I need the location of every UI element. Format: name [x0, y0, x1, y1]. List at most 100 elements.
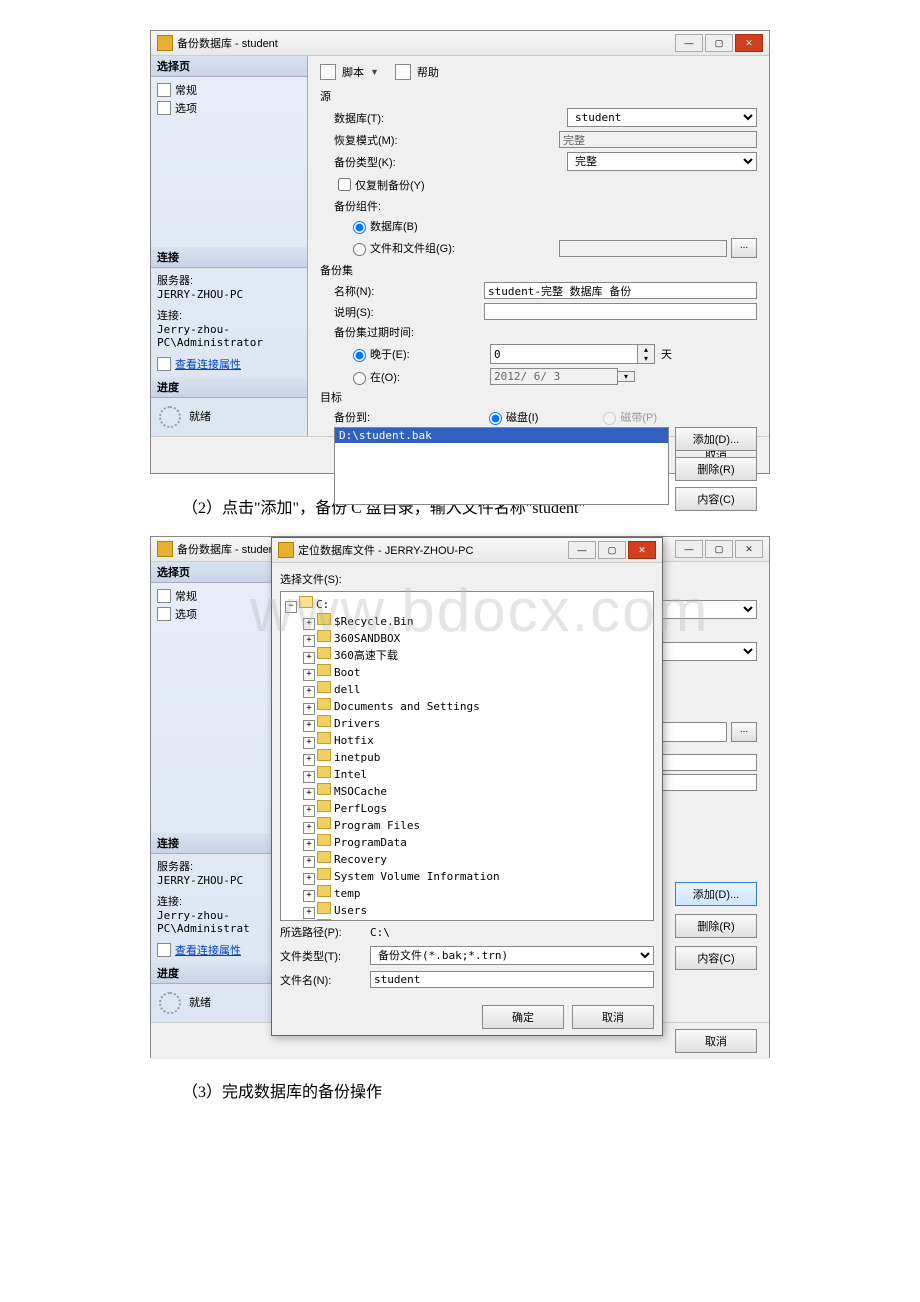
- tree-node[interactable]: temp: [334, 887, 361, 900]
- expand-icon[interactable]: +: [303, 669, 315, 681]
- add-button[interactable]: 添加(D)...: [675, 427, 757, 451]
- on-radio[interactable]: [353, 372, 366, 385]
- script-button[interactable]: 脚本: [342, 64, 364, 80]
- expand-icon[interactable]: +: [303, 737, 315, 749]
- close-icon[interactable]: ✕: [628, 541, 656, 559]
- filegroup-radio[interactable]: [353, 243, 366, 256]
- expand-icon[interactable]: +: [303, 720, 315, 732]
- expand-icon[interactable]: +: [303, 652, 315, 664]
- connection-header: 连接: [151, 833, 271, 854]
- progress-status: 就绪: [189, 997, 211, 1009]
- progress-header: 进度: [151, 963, 271, 984]
- view-connection-link[interactable]: 查看连接属性: [175, 356, 241, 372]
- expand-icon[interactable]: +: [303, 703, 315, 715]
- collapse-icon[interactable]: −: [285, 601, 297, 613]
- expand-icon[interactable]: +: [303, 788, 315, 800]
- remove-button[interactable]: 删除(R): [675, 914, 757, 938]
- help-button[interactable]: 帮助: [417, 64, 439, 80]
- filename-input[interactable]: [370, 971, 654, 988]
- tree-node[interactable]: inetpub: [334, 751, 380, 764]
- expand-icon[interactable]: +: [303, 890, 315, 902]
- cancel-button[interactable]: 取消: [572, 1005, 654, 1029]
- tree-node[interactable]: $Recycle.Bin: [334, 615, 413, 628]
- contents-button[interactable]: 内容(C): [675, 487, 757, 511]
- cancel-button[interactable]: 取消: [675, 1029, 757, 1053]
- minimize-icon[interactable]: —: [568, 541, 596, 559]
- tree-node[interactable]: 360SANDBOX: [334, 632, 400, 645]
- backup-type-select[interactable]: 完整: [567, 152, 757, 171]
- tree-node[interactable]: MSOCache: [334, 785, 387, 798]
- file-tree[interactable]: − C: + $Recycle.Bin +360SANDBOX +360高速下载 + Boo…: [280, 591, 654, 921]
- expand-icon[interactable]: +: [303, 822, 315, 834]
- tree-node[interactable]: Documents and Settings: [334, 700, 480, 713]
- spinner-buttons[interactable]: ▴▾: [638, 344, 655, 364]
- expire-label: 备份集过期时间:: [334, 324, 414, 340]
- sidebar-item-options[interactable]: 选项: [157, 605, 265, 623]
- close-icon[interactable]: ✕: [735, 34, 763, 52]
- tree-node[interactable]: Drivers: [334, 717, 380, 730]
- expand-icon[interactable]: +: [303, 754, 315, 766]
- view-connection-link[interactable]: 查看连接属性: [175, 942, 241, 958]
- tree-node[interactable]: ProgramData: [334, 836, 407, 849]
- sidebar-item-options[interactable]: 选项: [157, 99, 301, 117]
- expand-icon[interactable]: +: [303, 805, 315, 817]
- filegroup-field: [559, 240, 727, 257]
- expand-icon[interactable]: +: [303, 856, 315, 868]
- name-label: 名称(N):: [334, 283, 484, 299]
- backup-type-label: 备份类型(K):: [334, 154, 484, 170]
- maximize-icon[interactable]: ▢: [598, 541, 626, 559]
- tree-node[interactable]: Hotfix: [334, 734, 374, 747]
- minimize-icon[interactable]: —: [675, 34, 703, 52]
- copy-only-checkbox[interactable]: [338, 178, 351, 191]
- app-icon: [157, 35, 173, 51]
- after-days-input[interactable]: [490, 344, 638, 364]
- expand-icon[interactable]: +: [303, 839, 315, 851]
- tree-node[interactable]: Users: [334, 904, 367, 917]
- after-radio[interactable]: [353, 349, 366, 362]
- destination-list[interactable]: D:\student.bak: [334, 427, 669, 505]
- tree-node[interactable]: Program Files: [334, 819, 420, 832]
- tree-node[interactable]: dell: [334, 683, 361, 696]
- tree-node[interactable]: 360高速下载: [334, 649, 398, 662]
- expand-icon[interactable]: +: [303, 635, 315, 647]
- sidebar-item-general[interactable]: 常规: [157, 81, 301, 99]
- app-icon: [278, 542, 294, 558]
- disk-radio[interactable]: [489, 412, 502, 425]
- date-dropdown-icon[interactable]: ▾: [618, 371, 635, 382]
- expand-icon[interactable]: +: [303, 907, 315, 919]
- remove-button[interactable]: 删除(R): [675, 457, 757, 481]
- destination-item[interactable]: D:\student.bak: [335, 428, 668, 443]
- expand-icon[interactable]: +: [303, 771, 315, 783]
- dropdown-arrow-icon[interactable]: ▼: [370, 67, 379, 77]
- folder-icon: [317, 800, 331, 812]
- folder-icon: [317, 664, 331, 676]
- sidebar-item-general[interactable]: 常规: [157, 587, 265, 605]
- minimize-icon[interactable]: —: [675, 540, 703, 558]
- ok-button[interactable]: 确定: [482, 1005, 564, 1029]
- add-button[interactable]: 添加(D)...: [675, 882, 757, 906]
- tree-node[interactable]: System Volume Information: [334, 870, 500, 883]
- tree-node[interactable]: Recovery: [334, 853, 387, 866]
- tree-node[interactable]: Boot: [334, 666, 361, 679]
- desc-input[interactable]: [484, 303, 757, 320]
- maximize-icon[interactable]: ▢: [705, 34, 733, 52]
- bg-browse-button[interactable]: ...: [731, 722, 757, 742]
- name-input[interactable]: [484, 282, 757, 299]
- tree-node-c[interactable]: C:: [316, 598, 329, 611]
- filegroup-browse-button[interactable]: ...: [731, 238, 757, 258]
- page-icon: [157, 83, 171, 97]
- dialog-title: 定位数据库文件 - JERRY-ZHOU-PC: [298, 542, 473, 558]
- database-radio[interactable]: [353, 221, 366, 234]
- tree-node[interactable]: PerfLogs: [334, 802, 387, 815]
- file-type-select[interactable]: 备份文件(*.bak;*.trn): [370, 946, 654, 965]
- folder-icon: [317, 732, 331, 744]
- expand-icon[interactable]: +: [303, 618, 315, 630]
- tree-node[interactable]: Intel: [334, 768, 367, 781]
- contents-button[interactable]: 内容(C): [675, 946, 757, 970]
- database-select[interactable]: student: [567, 108, 757, 127]
- close-icon[interactable]: ✕: [735, 540, 763, 558]
- expand-icon[interactable]: +: [303, 686, 315, 698]
- maximize-icon[interactable]: ▢: [705, 540, 733, 558]
- recovery-mode-field: [559, 131, 757, 148]
- expand-icon[interactable]: +: [303, 873, 315, 885]
